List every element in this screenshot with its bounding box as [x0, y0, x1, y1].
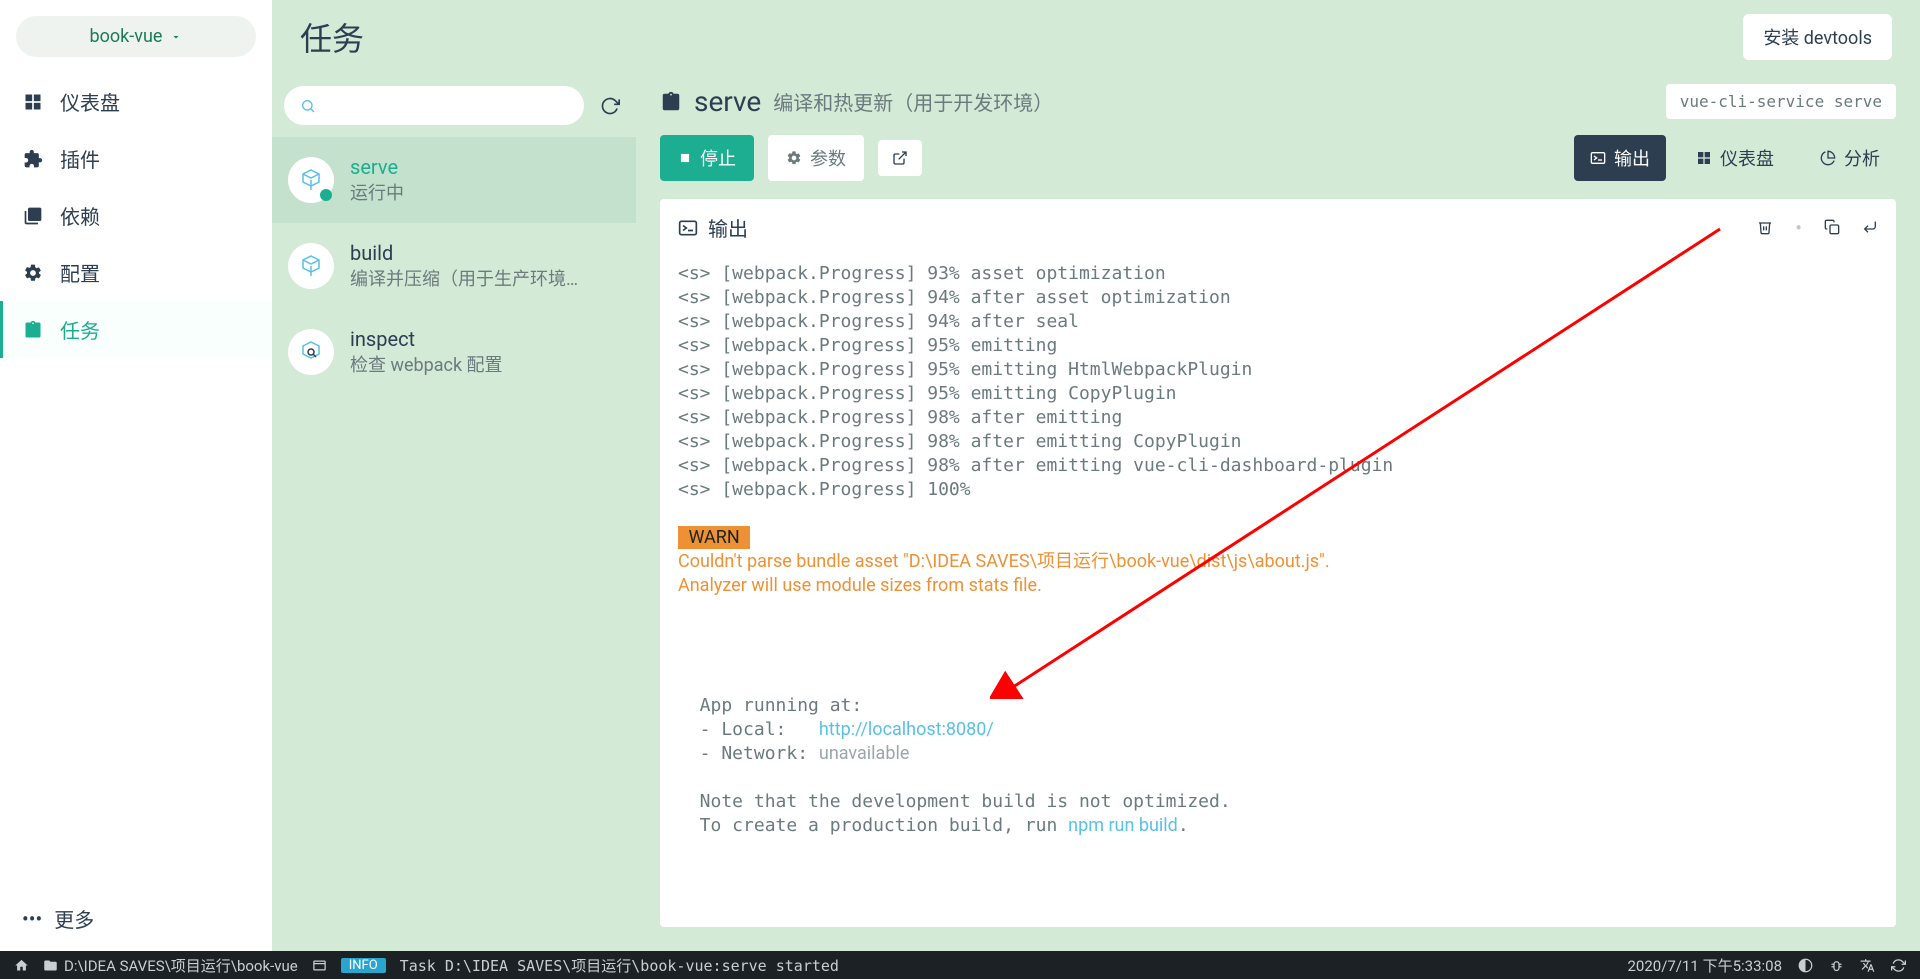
- status-bar: D:\IDEA SAVES\项目运行\book-vue INFO Task D:…: [0, 951, 1920, 979]
- clear-button[interactable]: [1757, 216, 1773, 240]
- nav-plugins[interactable]: 插件: [0, 130, 272, 187]
- search-icon: [300, 98, 316, 114]
- terminal-icon: [678, 218, 698, 238]
- nav-label: 任务: [60, 315, 100, 344]
- bug-icon: [1829, 958, 1844, 973]
- nav-deps[interactable]: 依赖: [0, 187, 272, 244]
- theme-button[interactable]: [1798, 958, 1813, 973]
- tab-label: 分析: [1844, 145, 1880, 171]
- nav-label: 仪表盘: [60, 87, 120, 116]
- sidebar-more[interactable]: ••• 更多: [0, 886, 272, 951]
- trash-icon: [1757, 219, 1773, 235]
- terminal-output[interactable]: <s> [webpack.Progress] 93% asset optimiz…: [660, 256, 1896, 927]
- home-icon: [14, 958, 29, 973]
- log-button[interactable]: [312, 958, 327, 973]
- search-box[interactable]: [284, 86, 584, 125]
- content: 任务 安装 devtools: [272, 0, 1920, 951]
- dashboard-icon: [22, 91, 44, 113]
- tab-analyze[interactable]: 分析: [1804, 135, 1896, 181]
- detail-subtitle: 编译和热更新（用于开发环境）: [773, 87, 1053, 116]
- more-icon: •••: [22, 907, 42, 931]
- gear-icon: [786, 150, 802, 166]
- contrast-icon: [1798, 958, 1813, 973]
- nav-label: 配置: [60, 258, 100, 287]
- chevron-down-icon: [170, 31, 182, 43]
- status-datetime: 2020/7/11 下午5:33:08: [1627, 955, 1782, 976]
- info-badge: INFO: [341, 958, 386, 973]
- params-button[interactable]: 参数: [768, 135, 864, 181]
- pie-icon: [1820, 150, 1836, 166]
- task-desc: 检查 webpack 配置: [350, 351, 620, 377]
- nav-tasks[interactable]: 任务: [0, 301, 272, 358]
- scroll-bottom-button[interactable]: [1862, 216, 1878, 240]
- dashboard-icon: [1696, 150, 1712, 166]
- task-item-serve[interactable]: serve 运行中: [272, 137, 636, 223]
- params-label: 参数: [810, 145, 846, 171]
- nav-dashboard[interactable]: 仪表盘: [0, 73, 272, 130]
- tab-label: 仪表盘: [1720, 145, 1774, 171]
- detail-title: serve: [694, 85, 761, 118]
- task-name: build: [350, 241, 620, 265]
- output-panel: 输出 • <s> [webpack.Progress] 93% asset op…: [660, 199, 1896, 927]
- task-icon-build: [288, 243, 334, 289]
- project-name: book-vue: [90, 26, 163, 47]
- task-name: inspect: [350, 327, 620, 351]
- tab-output[interactable]: 输出: [1574, 135, 1666, 181]
- command-badge: vue-cli-service serve: [1666, 84, 1896, 119]
- terminal-icon: [1590, 150, 1606, 166]
- running-dot-icon: [320, 189, 332, 201]
- task-item-build[interactable]: build 编译并压缩（用于生产环境…: [272, 223, 636, 309]
- bug-button[interactable]: [1829, 958, 1844, 973]
- puzzle-icon: [22, 148, 44, 170]
- refresh-icon: [600, 96, 620, 116]
- home-button[interactable]: [14, 958, 29, 973]
- folder-icon: [43, 958, 58, 973]
- dot-icon: •: [1795, 216, 1802, 240]
- library-icon: [22, 205, 44, 227]
- clipboard-icon: [660, 91, 682, 113]
- project-select[interactable]: book-vue: [16, 16, 256, 57]
- stop-label: 停止: [700, 145, 736, 171]
- tab-dashboard[interactable]: 仪表盘: [1680, 135, 1790, 181]
- reload-button[interactable]: [1891, 958, 1906, 973]
- header: 任务 安装 devtools: [272, 0, 1920, 74]
- copy-icon: [1824, 219, 1840, 235]
- task-desc: 编译并压缩（用于生产环境…: [350, 265, 620, 291]
- status-path: D:\IDEA SAVES\项目运行\book-vue: [64, 955, 298, 976]
- gear-icon: [22, 262, 44, 284]
- translate-button[interactable]: [1860, 958, 1875, 973]
- nav-config[interactable]: 配置: [0, 244, 272, 301]
- task-icon-inspect: [288, 329, 334, 375]
- search-input[interactable]: [324, 96, 568, 115]
- task-item-inspect[interactable]: inspect 检查 webpack 配置: [272, 309, 636, 395]
- copy-button[interactable]: [1824, 216, 1840, 240]
- stop-button[interactable]: 停止: [660, 135, 754, 181]
- refresh-button[interactable]: [596, 92, 624, 120]
- open-external-button[interactable]: [878, 140, 922, 176]
- more-label: 更多: [54, 904, 94, 933]
- refresh-icon: [1891, 958, 1906, 973]
- translate-icon: [1860, 958, 1875, 973]
- tab-label: 输出: [1614, 145, 1650, 171]
- page-title: 任务: [300, 14, 1743, 60]
- status-task: Task D:\IDEA SAVES\项目运行\book-vue:serve s…: [400, 955, 839, 976]
- task-name: serve: [350, 155, 620, 179]
- nav-label: 插件: [60, 144, 100, 173]
- task-icon-serve: [288, 157, 334, 203]
- clipboard-icon: [22, 319, 44, 341]
- return-icon: [1862, 219, 1878, 235]
- install-devtools-button[interactable]: 安装 devtools: [1743, 14, 1892, 60]
- open-external-icon: [892, 150, 908, 166]
- stop-icon: [678, 151, 692, 165]
- task-detail: serve 编译和热更新（用于开发环境） vue-cli-service ser…: [636, 74, 1920, 927]
- task-desc: 运行中: [350, 179, 620, 205]
- task-list: serve 运行中 build 编译并压缩（用于生产环境…: [272, 74, 636, 927]
- output-title: 输出: [708, 213, 748, 242]
- nav-label: 依赖: [60, 201, 100, 230]
- nav-list: 仪表盘 插件 依赖 配置 任务: [0, 73, 272, 886]
- log-icon: [312, 958, 327, 973]
- folder-button[interactable]: D:\IDEA SAVES\项目运行\book-vue: [43, 955, 298, 976]
- sidebar: book-vue 仪表盘 插件 依赖 配置 任务: [0, 0, 272, 951]
